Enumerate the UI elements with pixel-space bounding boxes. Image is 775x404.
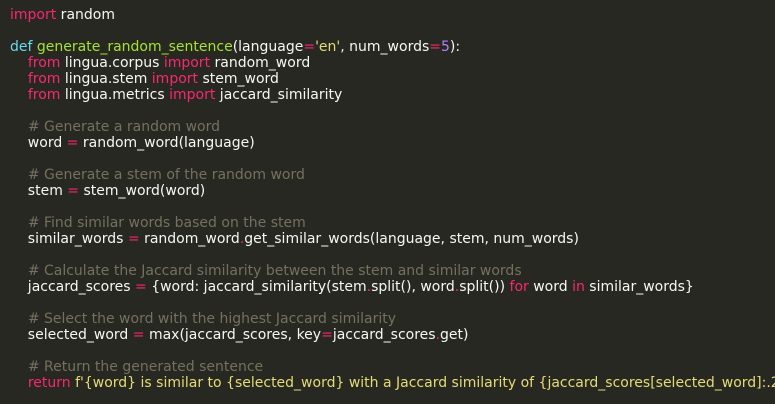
code-token: selected_word xyxy=(10,327,133,343)
code-token: max(jaccard_scores, key xyxy=(144,327,322,343)
operator-token: = xyxy=(127,231,140,247)
comment-token: # Return the generated sentence xyxy=(27,359,264,375)
string-token: 'en' xyxy=(315,39,341,55)
code-editor[interactable]: import random def generate_random_sentenc… xyxy=(0,0,775,404)
code-line: # Find similar words based on the stem xyxy=(10,215,775,231)
operator-token: = xyxy=(132,327,145,343)
code-line: selected_word = max(jaccard_scores, key=… xyxy=(10,327,775,343)
keyword-token: from xyxy=(27,55,61,71)
code-line: def generate_random_sentence(language='e… xyxy=(10,39,775,55)
code-token: random_word xyxy=(139,231,240,247)
number-token: 5 xyxy=(441,39,450,55)
code-token: stem_word xyxy=(198,71,279,87)
def-keyword-token: def xyxy=(10,39,33,55)
code-token: word xyxy=(10,135,67,151)
code-token: jaccard_scores xyxy=(332,327,436,343)
code-token: jaccard_similarity xyxy=(215,87,343,103)
code-token: ): xyxy=(449,39,461,55)
code-token: random_word(language) xyxy=(78,135,255,151)
code-line: # Generate a random word xyxy=(10,119,775,135)
code-line: word = random_word(language) xyxy=(10,135,775,151)
string-token: f'{word} is similar to {selected_word} w… xyxy=(75,375,775,391)
comment-token: # Find similar words based on the stem xyxy=(27,215,306,231)
code-block[interactable]: import random def generate_random_sentenc… xyxy=(10,7,775,391)
code-token: random_word xyxy=(210,55,311,71)
operator-token: = xyxy=(303,39,316,55)
code-line: # Generate a stem of the random word xyxy=(10,167,775,183)
code-token: lingua.metrics xyxy=(60,87,170,103)
operator-token: = xyxy=(66,135,79,151)
code-line: from lingua.corpus import random_word xyxy=(10,55,775,71)
keyword-token: from xyxy=(27,71,61,87)
code-line: jaccard_scores = {word: jaccard_similari… xyxy=(10,279,775,295)
code-token: stem_word(word) xyxy=(79,183,206,199)
code-line: return f'{word} is similar to {selected_… xyxy=(10,375,775,391)
code-token: (language xyxy=(232,39,304,55)
operator-token: = xyxy=(321,327,333,343)
code-token: get_similar_words(language, stem, num_wo… xyxy=(244,231,579,247)
code-token: lingua.corpus xyxy=(60,55,164,71)
comment-token: # Generate a stem of the random word xyxy=(27,167,305,183)
keyword-token: import xyxy=(10,7,57,23)
keyword-token: from xyxy=(27,87,61,103)
code-token: word xyxy=(528,279,573,295)
code-line: from lingua.metrics import jaccard_simil… xyxy=(10,87,775,103)
code-line: # Calculate the Jaccard similarity betwe… xyxy=(10,263,775,279)
operator-token: = xyxy=(67,183,80,199)
comment-token: # Generate a random word xyxy=(27,119,221,135)
keyword-token: for xyxy=(509,279,529,295)
code-line: import random xyxy=(10,7,775,23)
keyword-token: in xyxy=(572,279,585,295)
keyword-token: import xyxy=(163,55,211,71)
keyword-token: import xyxy=(169,87,216,103)
code-token: similar_words xyxy=(10,231,128,247)
code-token: random xyxy=(56,7,115,23)
code-token: {word: jaccard_similarity(stem xyxy=(146,279,367,295)
code-line: from lingua.stem import stem_word xyxy=(10,71,775,87)
code-line: similar_words = random_word.get_similar_… xyxy=(10,231,775,247)
code-line: # Return the generated sentence xyxy=(10,359,775,375)
code-token: split()) xyxy=(459,279,510,295)
code-token: split(), word xyxy=(371,279,455,295)
operator-token: = xyxy=(429,39,441,55)
code-token: lingua.stem xyxy=(60,71,152,87)
function-name-token: generate_random_sentence xyxy=(36,39,233,55)
code-token: similar_words} xyxy=(584,279,694,295)
code-token: jaccard_scores xyxy=(10,279,136,295)
comment-token: # Select the word with the highest Jacca… xyxy=(27,311,396,327)
operator-token: = xyxy=(135,279,147,295)
code-token: get) xyxy=(440,327,469,343)
code-line: # Select the word with the highest Jacca… xyxy=(10,311,775,327)
code-token: stem xyxy=(10,183,68,199)
code-line: stem = stem_word(word) xyxy=(10,183,775,199)
code-token: , num_words xyxy=(340,39,430,55)
keyword-token: import xyxy=(151,71,199,87)
keyword-token: return xyxy=(27,375,71,391)
comment-token: # Calculate the Jaccard similarity betwe… xyxy=(27,263,522,279)
